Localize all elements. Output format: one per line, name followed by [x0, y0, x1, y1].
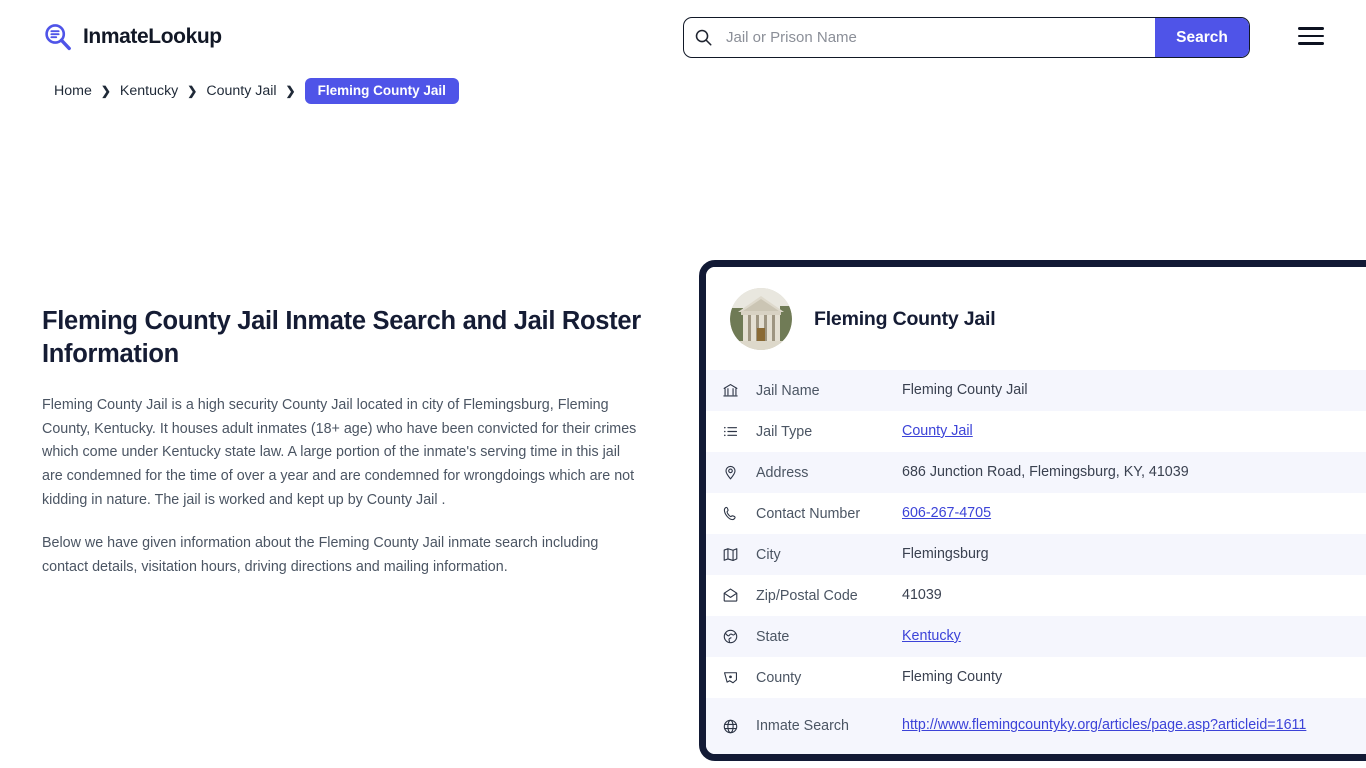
chevron-right-icon: ❯ [285, 84, 296, 98]
courthouse-photo [730, 288, 792, 350]
row-label: Contact Number [756, 505, 861, 522]
site-header: InmateLookup Search [0, 0, 1366, 74]
bank-icon [722, 382, 756, 399]
hamburger-bar [1298, 27, 1324, 30]
state-link[interactable]: Kentucky [902, 628, 961, 644]
table-row: Zip/Postal Code 41039 [706, 575, 1366, 616]
row-value: Kentucky [902, 625, 1366, 648]
row-label: State [756, 628, 790, 645]
jail-details-table: Jail Name Fleming County Jail Jail Type … [706, 370, 1366, 754]
chevron-right-icon: ❯ [100, 84, 111, 98]
map-icon [722, 546, 756, 563]
row-label: Jail Name [756, 382, 820, 399]
search-icon [684, 18, 722, 57]
table-row: Jail Name Fleming County Jail [706, 370, 1366, 411]
row-value: 686 Junction Road, Flemingsburg, KY, 410… [902, 463, 1189, 480]
table-row: Jail Type County Jail [706, 411, 1366, 452]
hamburger-bar [1298, 42, 1324, 45]
card-header: Fleming County Jail [706, 267, 1366, 370]
page-title: Fleming County Jail Inmate Search and Ja… [42, 307, 641, 368]
globe-grid-icon [722, 718, 756, 735]
hamburger-bar [1298, 34, 1324, 38]
table-row: County Fleming County [706, 657, 1366, 698]
row-value: http://www.flemingcountyky.org/articles/… [902, 714, 1366, 737]
row-label: Address [756, 464, 809, 481]
breadcrumb-item-kentucky[interactable]: Kentucky [120, 83, 178, 99]
map-pin-icon [722, 464, 756, 481]
search-input[interactable] [722, 18, 1155, 57]
jail-type-link[interactable]: County Jail [902, 423, 973, 439]
search-button[interactable]: Search [1155, 18, 1249, 57]
breadcrumb-item-home[interactable]: Home [54, 83, 92, 99]
row-value: Fleming County [902, 668, 1003, 685]
breadcrumb-item-county-jail[interactable]: County Jail [206, 83, 276, 99]
row-label: Jail Type [756, 423, 813, 440]
phone-icon [722, 505, 756, 522]
row-label: Inmate Search [756, 718, 849, 734]
jail-info-card: Fleming County Jail Jail Name Fleming Co… [699, 260, 1366, 761]
search-bar[interactable]: Search [683, 17, 1250, 58]
table-row: Contact Number 606-267-4705 [706, 493, 1366, 534]
article-column: Fleming County Jail Inmate Search and Ja… [42, 305, 642, 599]
row-value: 41039 [902, 586, 942, 603]
table-row: City Flemingsburg [706, 534, 1366, 575]
row-value: Flemingsburg [902, 545, 989, 562]
table-row: Address 686 Junction Road, Flemingsburg,… [706, 452, 1366, 493]
intro-paragraph: Fleming County Jail is a high security C… [42, 397, 637, 508]
row-label: City [756, 546, 781, 563]
location-flag-icon [722, 669, 756, 686]
envelope-icon [722, 587, 756, 604]
row-label: County [756, 669, 802, 686]
breadcrumb: Home ❯ Kentucky ❯ County Jail ❯ Fleming … [54, 77, 1366, 105]
page-body: Fleming County Jail Inmate Search and Ja… [0, 105, 1366, 768]
row-value: 606-267-4705 [902, 502, 1366, 525]
brand-logo-link[interactable]: InmateLookup [42, 21, 222, 53]
inmate-search-link[interactable]: http://www.flemingcountyky.org/articles/… [902, 717, 1306, 733]
breadcrumb-item-current: Fleming County Jail [304, 78, 459, 104]
globe-icon [722, 628, 756, 645]
brand-name: InmateLookup [83, 25, 222, 48]
list-icon [722, 423, 756, 440]
row-value: Fleming County Jail [902, 381, 1028, 398]
magnifier-lines-icon [42, 21, 74, 53]
contact-number-link[interactable]: 606-267-4705 [902, 505, 991, 521]
summary-paragraph: Below we have given information about th… [42, 535, 599, 575]
chevron-right-icon: ❯ [187, 84, 198, 98]
hamburger-menu-icon[interactable] [1298, 25, 1324, 47]
table-row: Inmate Search http://www.flemingcountyky… [706, 698, 1366, 754]
row-value: County Jail [902, 420, 1366, 443]
table-row: State Kentucky [706, 616, 1366, 657]
row-label: Zip/Postal Code [756, 587, 858, 604]
card-title: Fleming County Jail [814, 307, 996, 330]
